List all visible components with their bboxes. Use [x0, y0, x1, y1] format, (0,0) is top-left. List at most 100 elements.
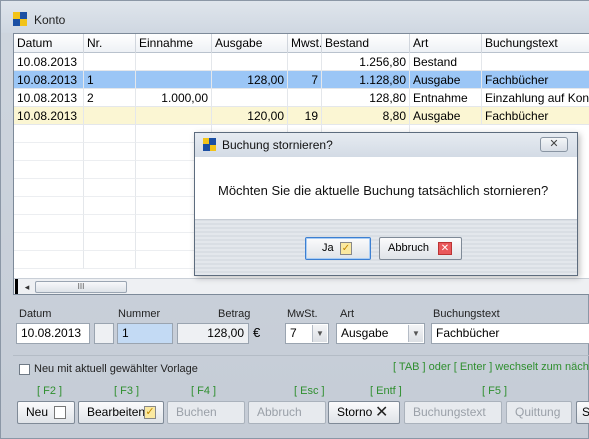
cell-bestand: 1.256,80	[322, 53, 410, 71]
cell-datum: 10.08.2013	[14, 71, 84, 89]
scroll-thumb[interactable]: III	[35, 281, 127, 293]
row-marker	[15, 279, 18, 294]
empty-cell	[14, 197, 84, 215]
cell-mwst: 7	[288, 71, 322, 89]
edit-button[interactable]: Bearbeiten ✓	[78, 401, 164, 424]
date-field[interactable]: 10.08.2013	[16, 323, 90, 344]
yes-button-label: Ja	[322, 242, 334, 254]
cell-nr	[84, 107, 136, 125]
table-row[interactable]: 10.08.2013 2 1.000,00 128,80 Entnahme Ei…	[14, 89, 589, 107]
table-row-selected[interactable]: 10.08.2013 1 128,00 7 1.128,80 Ausgabe F…	[14, 71, 589, 89]
new-button-label: Neu	[26, 405, 49, 419]
cell-einnahme: 1.000,00	[136, 89, 212, 107]
checkmark-icon: ✓	[144, 406, 156, 419]
new-button[interactable]: Neu	[17, 401, 75, 424]
label-art: Art	[340, 308, 355, 320]
scroll-left-arrow-icon[interactable]: ◂	[20, 279, 34, 294]
cell-nr: 2	[84, 89, 136, 107]
edit-button-label: Bearbeiten	[87, 405, 146, 419]
fkey-bearbeiten: [ F3 ]	[114, 385, 140, 397]
horizontal-scrollbar[interactable]: ◂ III	[14, 278, 589, 294]
empty-cell	[84, 233, 136, 251]
receipt-button-label: Quittung	[515, 405, 561, 419]
window-title: Konto	[34, 13, 66, 27]
app-logo-icon	[13, 12, 27, 26]
col-nr[interactable]: Nr.	[84, 34, 136, 53]
cell-art: Ausgabe	[410, 71, 482, 89]
empty-cell	[14, 161, 84, 179]
storno-button[interactable]: Storno ✕	[328, 401, 400, 424]
col-einnahme[interactable]: Einnahme	[136, 34, 212, 53]
amount-field[interactable]: 128,00	[177, 323, 249, 344]
cell-ausgabe: 128,00	[212, 71, 288, 89]
cell-ausgabe: 120,00	[212, 107, 288, 125]
empty-cell	[14, 215, 84, 233]
abort-button[interactable]: Abbruch ✕	[379, 237, 462, 260]
col-ausgabe[interactable]: Ausgabe	[212, 34, 288, 53]
vat-select-value: 7	[290, 326, 297, 340]
table-row[interactable]: 10.08.2013 1.256,80 Bestand	[14, 53, 589, 71]
receipt-button[interactable]: Quittung	[506, 401, 572, 424]
keyboard-hint: [ TAB ] oder [ Enter ] wechselt zum näch…	[393, 361, 589, 373]
col-art[interactable]: Art	[410, 34, 482, 53]
label-buchungstext: Buchungstext	[433, 308, 500, 320]
cancel-button[interactable]: Abbruch	[248, 401, 326, 424]
empty-cell	[84, 125, 136, 143]
label-betrag: Betrag	[218, 308, 251, 320]
cross-icon: ✕	[375, 404, 389, 421]
cell-mwst: 19	[288, 107, 322, 125]
empty-cell	[14, 179, 84, 197]
cell-einnahme	[136, 107, 212, 125]
empty-cell	[84, 197, 136, 215]
fkey-neu: [ F2 ]	[37, 385, 63, 397]
vat-select[interactable]: 7 ▼	[285, 323, 329, 344]
app-logo-icon	[203, 138, 216, 151]
label-datum: Datum	[19, 308, 52, 320]
col-bestand[interactable]: Bestand	[322, 34, 410, 53]
table-row[interactable]: 10.08.2013 120,00 19 8,80 Ausgabe Fachbü…	[14, 107, 589, 125]
yes-button[interactable]: Ja ✓	[305, 237, 371, 260]
cell-buchungstext: Fachbücher	[482, 107, 589, 125]
chevron-down-icon[interactable]: ▼	[312, 325, 327, 342]
cell-bestand: 1.128,80	[322, 71, 410, 89]
booking-text-field[interactable]: Fachbücher	[431, 323, 589, 344]
dialog-message: Möchten Sie die aktuelle Buchung tatsäch…	[218, 183, 549, 198]
template-checkbox[interactable]	[19, 364, 30, 375]
chevron-down-icon[interactable]: ▼	[408, 325, 423, 342]
separator	[13, 355, 589, 356]
empty-cell	[84, 143, 136, 161]
number-field[interactable]: 1	[117, 323, 173, 344]
cell-buchungstext: Einzahlung auf Kon	[482, 89, 589, 107]
number-prefix-field[interactable]	[94, 323, 114, 344]
cell-mwst	[288, 89, 322, 107]
cell-ausgabe	[212, 89, 288, 107]
booking-text-button-label: Buchungstext	[413, 405, 486, 419]
col-datum[interactable]: Datum	[14, 34, 84, 53]
template-checkbox-label: Neu mit aktuell gewählter Vorlage	[34, 363, 198, 375]
cancel-button-label: Abbruch	[257, 405, 302, 419]
type-select[interactable]: Ausgabe ▼	[336, 323, 425, 344]
fkey-storno: [ Entf ]	[370, 385, 402, 397]
confirm-dialog: Buchung stornieren? ✕ Möchten Sie die ak…	[194, 132, 578, 276]
booking-text-button[interactable]: Buchungstext	[404, 401, 502, 424]
cell-datum: 10.08.2013	[14, 89, 84, 107]
empty-cell	[14, 125, 84, 143]
storno-button-label: Storno	[337, 405, 373, 419]
book-button[interactable]: Buchen	[167, 401, 245, 424]
checkmark-icon: ✓	[340, 242, 352, 255]
cell-datum: 10.08.2013	[14, 53, 84, 71]
document-icon	[54, 406, 66, 419]
close-icon[interactable]: ✕	[540, 137, 568, 152]
currency-symbol: €	[253, 325, 261, 340]
empty-cell	[14, 251, 84, 269]
cell-nr: 1	[84, 71, 136, 89]
col-buchungstext[interactable]: Buchungstext	[482, 34, 589, 53]
cell-datum: 10.08.2013	[14, 107, 84, 125]
overflow-button[interactable]: S	[576, 401, 589, 424]
col-mwst[interactable]: Mwst.	[288, 34, 322, 53]
dialog-title-bar: Buchung stornieren? ✕	[195, 133, 577, 157]
cell-buchungstext: Fachbücher	[482, 71, 589, 89]
empty-cell	[84, 215, 136, 233]
cell-bestand: 8,80	[322, 107, 410, 125]
cell-art: Bestand	[410, 53, 482, 71]
